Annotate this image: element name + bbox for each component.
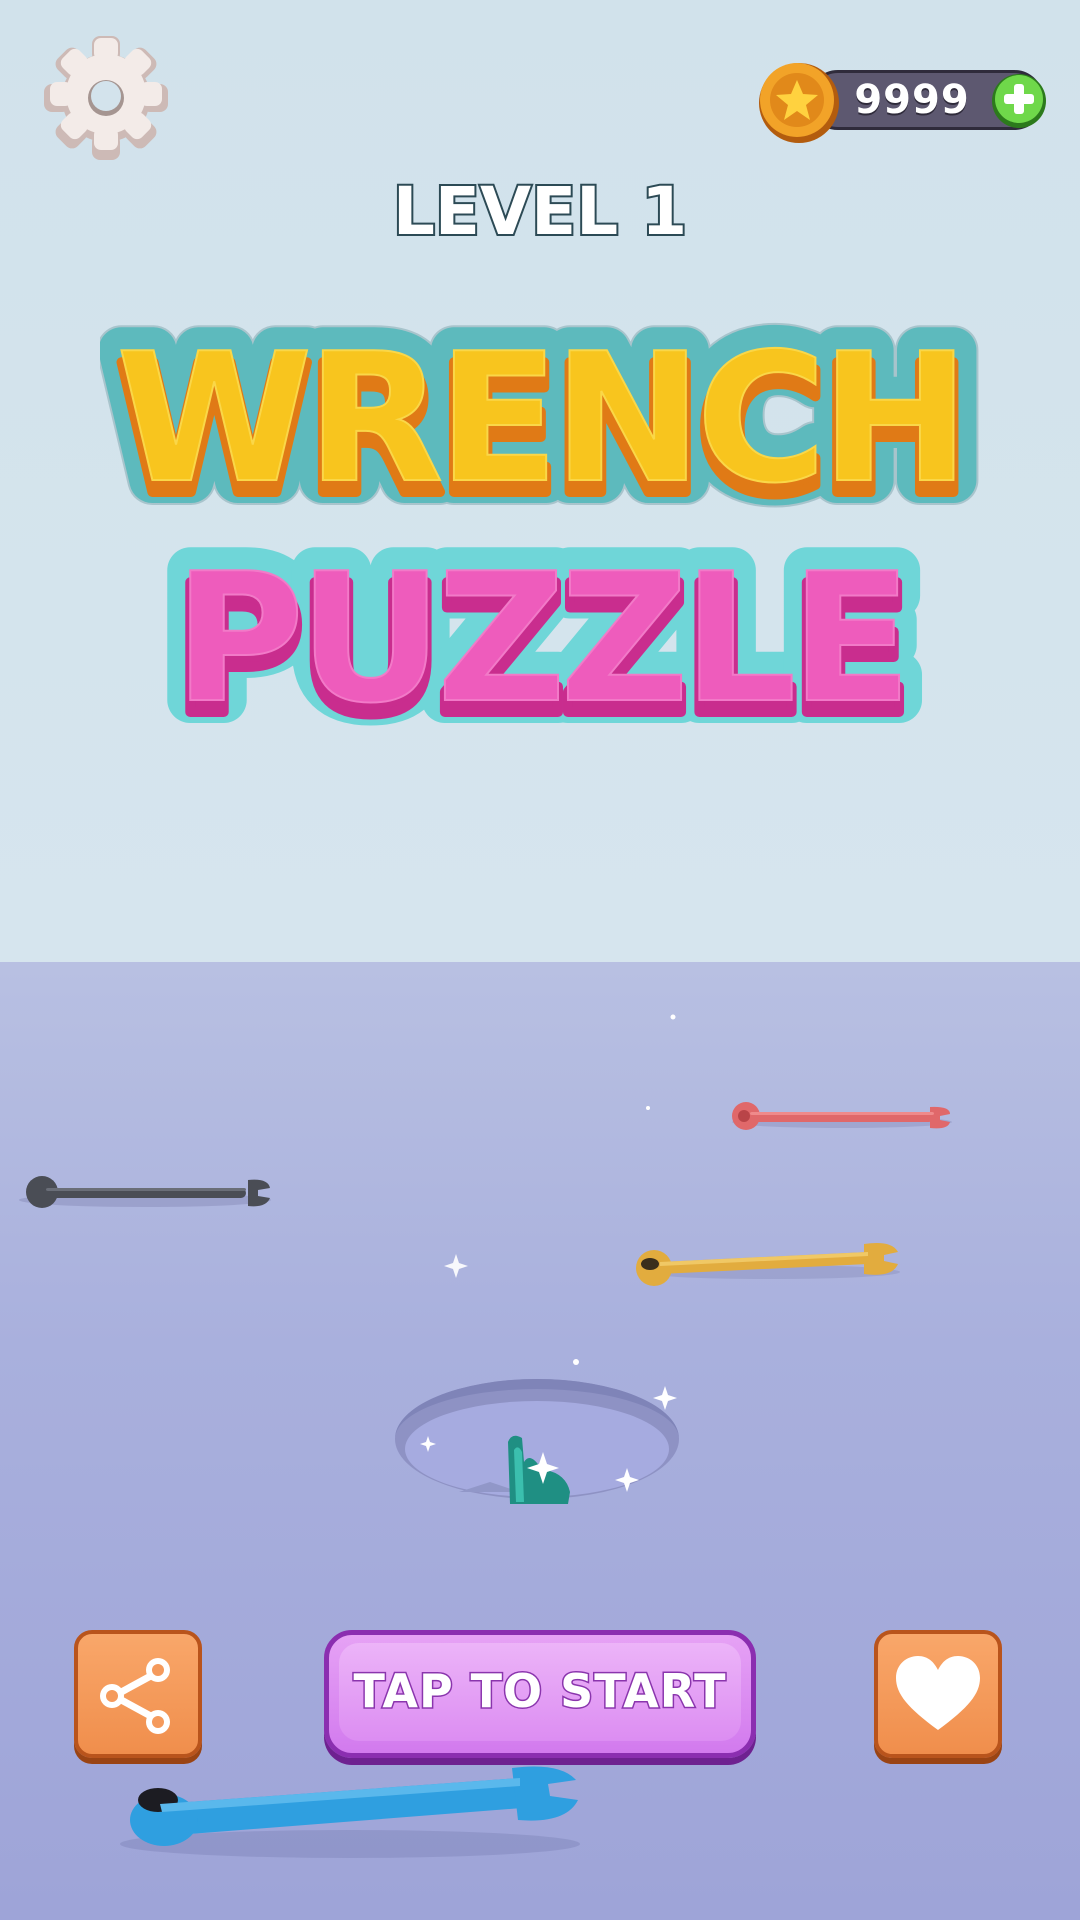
coin-counter: 9999 [756, 60, 1050, 143]
game-logo: WRENCH WRENCH WRENCH WRENCH PUZZLE PUZZL… [100, 290, 980, 765]
start-button-label: TAP TO START [352, 1663, 727, 1720]
logo-line2: PUZZLE [174, 535, 906, 742]
logo-line1: WRENCH [116, 315, 964, 522]
wrench-dark-gray[interactable] [19, 1176, 271, 1208]
level-label: LEVEL 1 [391, 171, 689, 252]
heart-icon [896, 1656, 980, 1730]
wrench-red[interactable] [732, 1102, 952, 1130]
coin-count: 9999 [854, 77, 970, 123]
add-coins-button[interactable] [990, 72, 1048, 130]
game-scene [19, 1014, 952, 1859]
favorite-button[interactable] [874, 1630, 1002, 1758]
share-icon [100, 1658, 170, 1734]
settings-button[interactable] [40, 32, 172, 164]
star-coin-icon [759, 63, 839, 143]
share-button[interactable] [74, 1630, 202, 1758]
wrench-yellow[interactable] [636, 1243, 900, 1286]
gear-icon [44, 36, 168, 160]
tap-to-start-button[interactable]: TAP TO START [324, 1630, 756, 1758]
wrench-blue[interactable] [120, 1766, 580, 1859]
